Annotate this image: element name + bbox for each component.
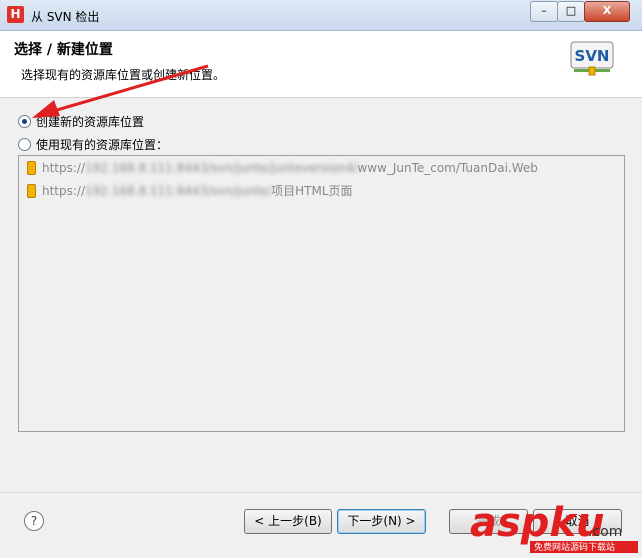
repository-url-blurred: 192.168.8.111:8443/svn/junte/junteversio… [85, 161, 358, 175]
svn-logo-icon: SVN [570, 41, 614, 76]
create-new-label: 创建新的资源库位置 [36, 115, 145, 129]
use-existing-radio[interactable] [18, 138, 31, 151]
close-button[interactable]: X [584, 1, 630, 22]
repository-list[interactable]: https:// 192.168.8.111:8443/svn/junte/ju… [18, 155, 625, 432]
repository-url-suffix: www_JunTe_com/TuanDai.Web [357, 161, 538, 175]
page-description: 选择现有的资源库位置或创建新位置。 [21, 68, 226, 82]
repository-url-prefix: https:// [42, 161, 86, 175]
repository-url-blurred: 192.168.8.111:8443/svn/junte/ [85, 183, 272, 198]
page-title: 选择 / 新建位置 [14, 42, 113, 58]
cancel-button[interactable]: 取消 [533, 509, 622, 534]
minimize-button[interactable]: – [530, 1, 558, 22]
help-icon[interactable]: ? [24, 511, 44, 531]
title-bar: H 从 SVN 检出 – □ X [0, 0, 642, 31]
option-create-new[interactable]: 创建新的资源库位置 [18, 113, 144, 130]
maximize-button[interactable]: □ [557, 1, 585, 22]
watermark-subtitle: 免费网站源码下载站 [534, 541, 615, 553]
use-existing-label: 使用现有的资源库位置： [36, 138, 169, 152]
finish-button[interactable]: 完成 [449, 509, 528, 534]
wizard-header: 选择 / 新建位置 选择现有的资源库位置或创建新位置。 SVN [0, 31, 642, 98]
repository-url-prefix: https:// [42, 183, 86, 198]
repository-icon [27, 183, 36, 198]
window-title: 从 SVN 检出 [31, 10, 100, 24]
repository-item[interactable]: https:// 192.168.8.111:8443/svn/junte/ 项… [27, 182, 353, 199]
option-use-existing[interactable]: 使用现有的资源库位置： [18, 136, 168, 153]
back-button[interactable]: < 上一步(B) [244, 509, 332, 534]
repository-item[interactable]: https:// 192.168.8.111:8443/svn/junte/ju… [27, 161, 538, 175]
footer-divider [0, 492, 642, 493]
repository-icon [27, 161, 36, 175]
app-icon: H [7, 6, 24, 23]
repository-url-suffix: 项目HTML页面 [271, 184, 353, 198]
create-new-radio[interactable] [18, 115, 31, 128]
next-button[interactable]: 下一步(N) > [337, 509, 426, 534]
svn-logo-text: SVN [575, 47, 610, 65]
